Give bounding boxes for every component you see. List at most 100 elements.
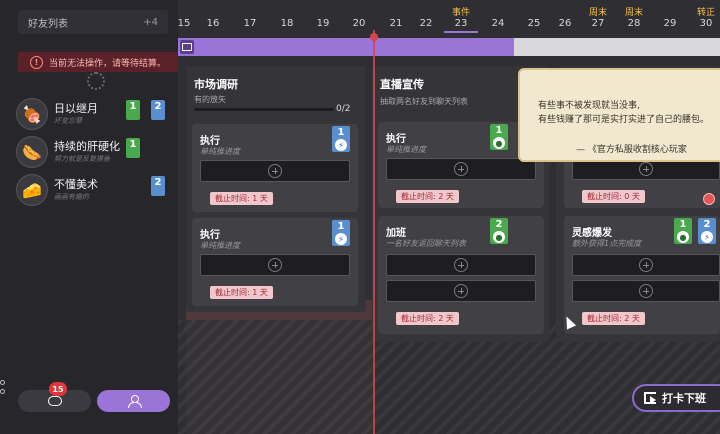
exit-icon (644, 392, 656, 404)
weekend-label-27: 周末 (588, 8, 607, 18)
card-desc: 一名好友返回聊天列表 (386, 239, 466, 248)
task-card[interactable]: 执行 单纯推进度 1 ⚡ 截止时间: 1 天 (192, 124, 358, 212)
friend-slot[interactable] (386, 158, 536, 180)
friend-slot[interactable] (200, 160, 350, 182)
quote-line-2: 有些钱赚了那可是实打实进了自己的腰包。 (538, 115, 710, 125)
day-25[interactable]: 25 (524, 18, 544, 29)
friend-status: 努力就是反复摸鱼 (54, 155, 110, 163)
card-desc: 额外获得1点完成度 (572, 239, 642, 248)
plus-icon (639, 258, 653, 272)
task-column-market-research: 市场调研 有的放矢 0/2 执行 单纯推进度 1 ⚡ 截止时间: 1 天 执行 … (186, 66, 366, 312)
plus-icon (454, 284, 468, 298)
friends-tab[interactable] (97, 390, 170, 412)
friend-slot[interactable] (386, 280, 536, 302)
skill-badge: 1 (126, 100, 140, 120)
requirement-badge: 2 ● (490, 218, 508, 244)
people-icon (127, 395, 142, 408)
cheese-icon: 🧀 (16, 174, 48, 206)
column-subtitle: 有的放矢 (194, 95, 226, 104)
friend-name: 日以继月 (54, 102, 98, 115)
plus-icon (639, 284, 653, 298)
friend-slot[interactable] (386, 254, 536, 276)
plus-icon (454, 258, 468, 272)
friend-count: +4 (143, 16, 158, 28)
friend-slot[interactable] (200, 254, 350, 276)
requirement-badge: 1 ⚡ (332, 126, 350, 152)
day-27[interactable]: 27 (588, 18, 608, 29)
palette-icon: ● (493, 137, 505, 149)
current-time-line (373, 30, 375, 434)
friends-sidebar: 好友列表 +4 ! 当前无法操作，请等待结算。 🍖 日以继月 坏变忘孽 1 2 … (0, 0, 178, 434)
deadline-tag: 截止时间: 2 天 (396, 312, 459, 325)
column-subtitle: 抽取两名好友到聊天列表 (380, 97, 468, 106)
plus-icon (268, 164, 282, 178)
plus-icon (639, 162, 653, 176)
weekend-label-28: 周末 (624, 8, 643, 18)
project-progress-fill (178, 38, 515, 56)
palette-icon: ● (677, 231, 689, 243)
card-title: 加班 (386, 228, 406, 239)
day-28[interactable]: 28 (624, 18, 644, 29)
warning-banner: ! 当前无法操作，请等待结算。 (18, 52, 178, 72)
task-card[interactable]: 加班 一名好友返回聊天列表 2 ● 截止时间: 2 天 (378, 216, 544, 334)
day-16[interactable]: 16 (203, 18, 223, 29)
day-26[interactable]: 26 (555, 18, 575, 29)
more-icon[interactable] (0, 380, 6, 402)
loading-spinner-icon (87, 72, 105, 90)
day-30[interactable]: 30 (696, 18, 716, 29)
column-progress-value: 0/2 (336, 104, 351, 114)
clock-out-label: 打卡下班 (662, 392, 706, 405)
card-title: 执行 (386, 134, 406, 145)
deadline-tag: 截止时间: 0 天 (582, 190, 645, 203)
day-20[interactable]: 20 (349, 18, 369, 29)
friend-item[interactable]: 🍖 日以继月 坏变忘孽 1 2 (16, 98, 176, 136)
chat-tab[interactable]: 15 (18, 382, 91, 412)
requirement-badge: 2 ⚡ (698, 218, 716, 244)
current-time-dot (370, 33, 378, 41)
friend-item[interactable]: 🧀 不懂美术 画画有趣的 2 (16, 174, 176, 212)
lightning-icon: ⚡ (701, 231, 713, 243)
day-18[interactable]: 18 (277, 18, 297, 29)
skill-badge: 1 (126, 138, 140, 158)
card-desc: 单纯推进度 (200, 241, 240, 250)
day-ruler: 15 16 17 18 19 20 21 22 事件 23 24 25 26 周… (178, 0, 720, 34)
promotion-label: 转正 (696, 8, 715, 18)
event-label: 事件 (451, 8, 470, 18)
friend-status: 画画有趣的 (54, 193, 89, 201)
friend-slot[interactable] (572, 280, 720, 302)
lightning-icon: ⚡ (335, 139, 347, 151)
quote-author: — 《官方私服收割核心玩家 (576, 145, 687, 155)
column-title: 直播宣传 (380, 78, 424, 91)
day-19[interactable]: 19 (313, 18, 333, 29)
sausage-icon: 🌭 (16, 136, 48, 168)
friend-slot[interactable] (572, 254, 720, 276)
day-24[interactable]: 24 (488, 18, 508, 29)
day-23[interactable]: 23 (451, 18, 471, 29)
deadline-tag: 截止时间: 1 天 (210, 192, 273, 205)
card-title: 灵感爆发 (572, 228, 612, 239)
skill-badge: 2 (151, 100, 165, 120)
column-progress-track (194, 108, 334, 111)
sidebar-tabs: 15 (18, 382, 170, 412)
clock-out-button[interactable]: 打卡下班 (632, 384, 720, 412)
day-22[interactable]: 22 (416, 18, 436, 29)
task-card[interactable]: 执行 单纯推进度 1 ⚡ 截止时间: 1 天 (192, 218, 358, 306)
warning-icon: ! (30, 55, 43, 69)
card-title: 执行 (200, 136, 220, 147)
requirement-badge: 1 ⚡ (332, 220, 350, 246)
plus-icon (454, 162, 468, 176)
requirement-badge: 1 ● (490, 124, 508, 150)
friend-list-title: 好友列表 (28, 18, 68, 30)
alert-icon[interactable] (703, 193, 715, 205)
project-progress-bar (178, 38, 720, 56)
day-29[interactable]: 29 (660, 18, 680, 29)
friend-item[interactable]: 🌭 持续的肝硬化 努力就是反复摸鱼 1 (16, 136, 176, 174)
friend-name: 不懂美术 (54, 178, 98, 191)
column-title: 市场调研 (194, 78, 238, 91)
day-17[interactable]: 17 (240, 18, 260, 29)
friend-list-header[interactable]: 好友列表 +4 (18, 10, 168, 34)
task-card[interactable]: 灵感爆发 额外获得1点完成度 1 ● 2 ⚡ 截止时间: 2 天 (564, 216, 720, 334)
game-screen: 15 16 17 18 19 20 21 22 事件 23 24 25 26 周… (0, 0, 720, 434)
day-21[interactable]: 21 (386, 18, 406, 29)
friend-name: 持续的肝硬化 (54, 140, 120, 153)
